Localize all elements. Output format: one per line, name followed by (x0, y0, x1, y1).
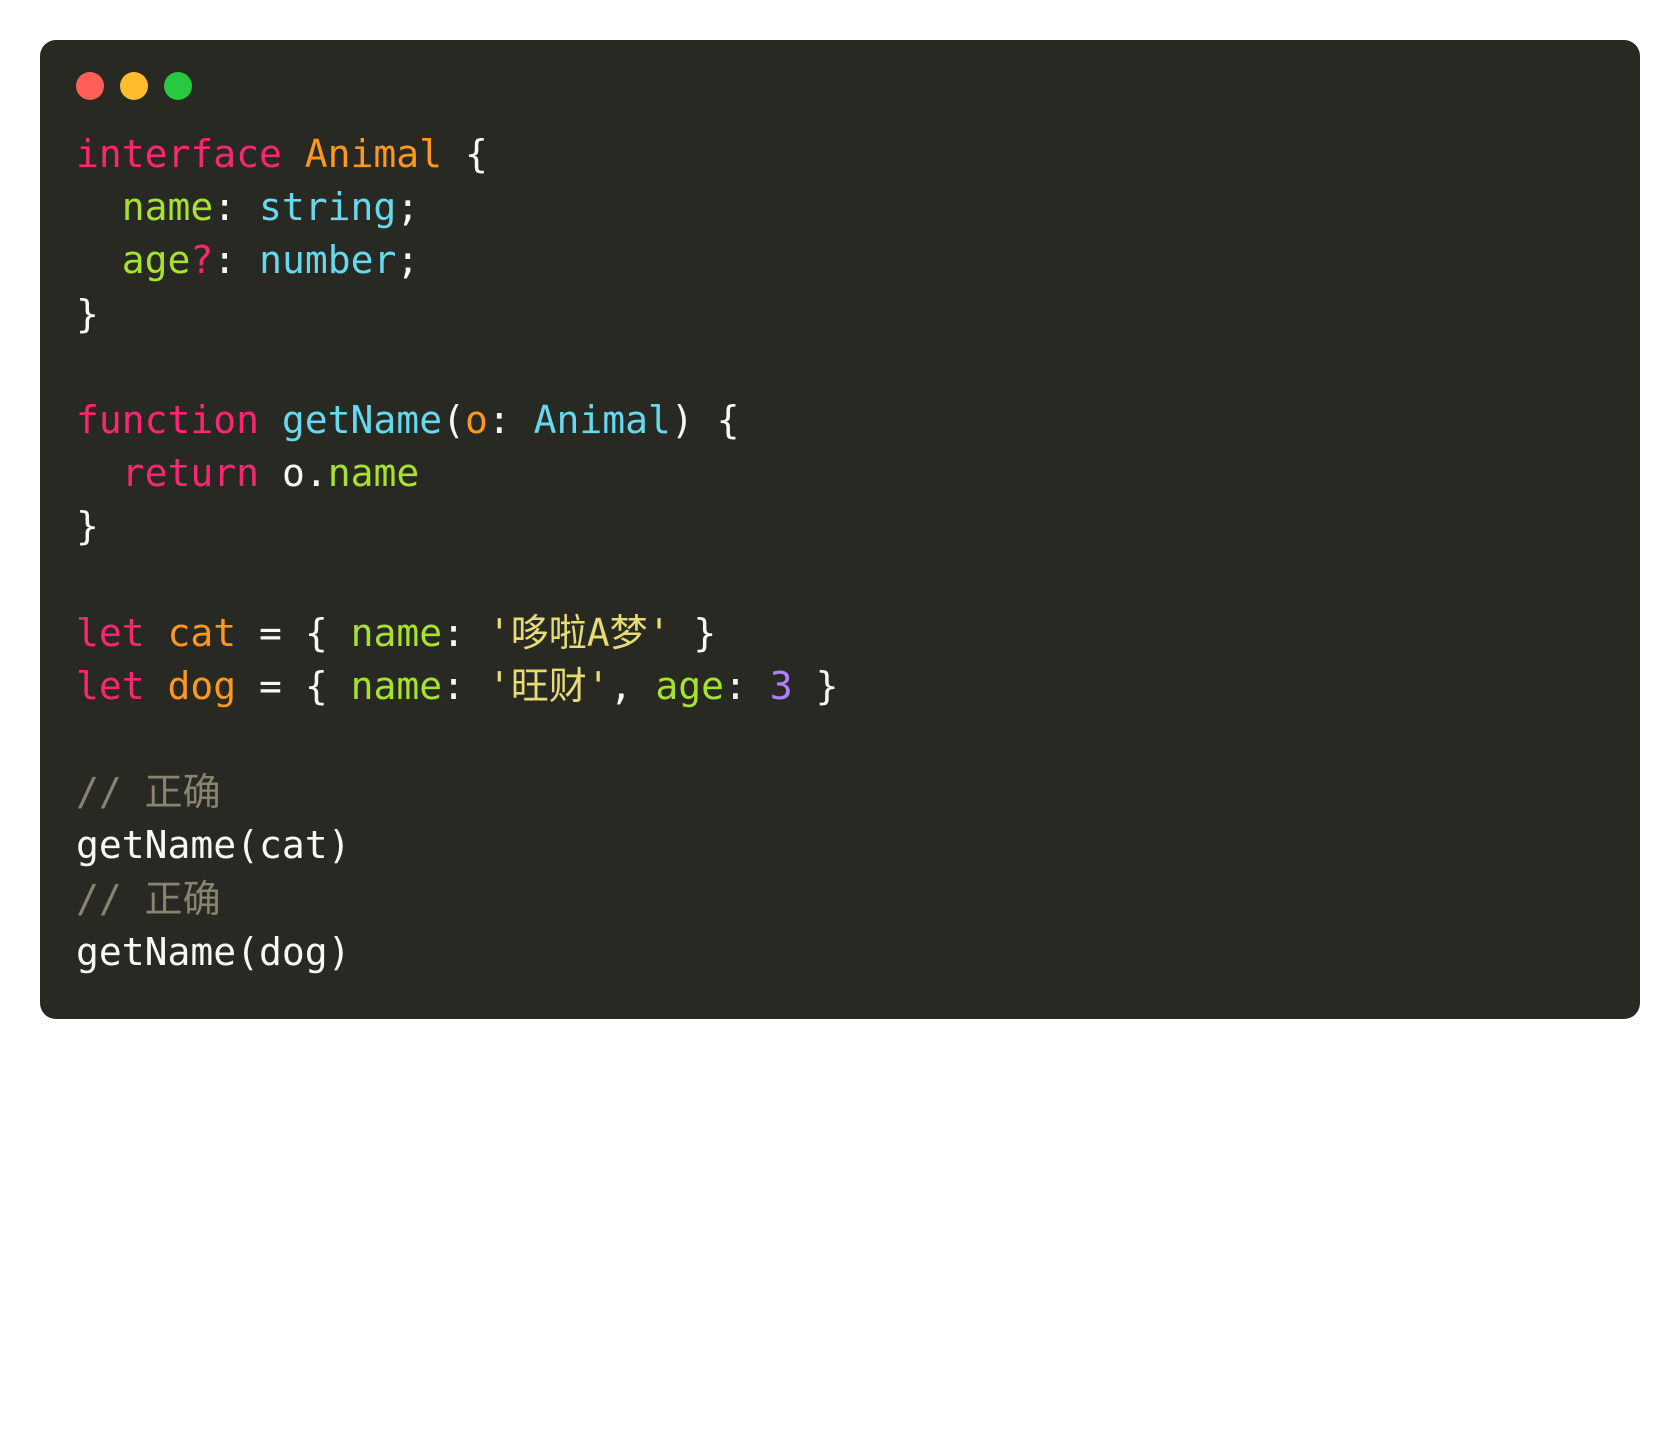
indent (76, 185, 122, 229)
code-content: interface Animal { name: string; age?: n… (76, 128, 1604, 979)
keyword-return: return (122, 451, 259, 495)
function-name: getName (282, 398, 442, 442)
brace: { (305, 664, 351, 708)
paren: ( (236, 823, 259, 867)
property-age: age (122, 238, 191, 282)
colon: : (442, 611, 488, 655)
paren: ( (236, 930, 259, 974)
paren: ) (328, 930, 351, 974)
indent (76, 451, 122, 495)
code-editor-window: interface Animal { name: string; age?: n… (40, 40, 1640, 1019)
semicolon: ; (396, 185, 419, 229)
property-key-age: age (655, 664, 724, 708)
argument-dog: dog (259, 930, 328, 974)
brace: { (442, 132, 488, 176)
keyword-let: let (76, 664, 145, 708)
variable-o: o (282, 451, 305, 495)
variable-cat: cat (168, 611, 237, 655)
type-string: string (259, 185, 396, 229)
property-key-name: name (351, 611, 443, 655)
comment-correct-1: // 正确 (76, 770, 221, 814)
brace: } (793, 664, 839, 708)
paren: ) (328, 823, 351, 867)
brace: } (671, 611, 717, 655)
number-literal: 3 (770, 664, 793, 708)
keyword-let: let (76, 611, 145, 655)
variable-dog: dog (168, 664, 237, 708)
paren: ) (671, 398, 694, 442)
comment-correct-2: // 正确 (76, 877, 221, 921)
type-name-animal: Animal (305, 132, 442, 176)
brace: } (76, 292, 99, 336)
keyword-function: function (76, 398, 259, 442)
colon: : (213, 185, 259, 229)
brace: { (305, 611, 351, 655)
type-animal-ref: Animal (534, 398, 671, 442)
property-access-name: name (328, 451, 420, 495)
minimize-button[interactable] (120, 72, 148, 100)
brace: { (694, 398, 740, 442)
indent (76, 238, 122, 282)
window-controls (76, 72, 1604, 100)
optional-marker: ? (190, 238, 213, 282)
colon: : (724, 664, 770, 708)
semicolon: ; (396, 238, 419, 282)
colon: : (442, 664, 488, 708)
comma: , (610, 664, 656, 708)
string-value-cat: '哆啦A梦' (488, 611, 671, 655)
parameter-o: o (465, 398, 488, 442)
close-button[interactable] (76, 72, 104, 100)
property-name: name (122, 185, 214, 229)
maximize-button[interactable] (164, 72, 192, 100)
function-call-getname: getName (76, 823, 236, 867)
dot: . (305, 451, 328, 495)
colon: : (213, 238, 259, 282)
equals: = (236, 664, 305, 708)
type-number: number (259, 238, 396, 282)
function-call-getname: getName (76, 930, 236, 974)
colon: : (488, 398, 534, 442)
string-value-dog: '旺财' (488, 664, 610, 708)
equals: = (236, 611, 305, 655)
argument-cat: cat (259, 823, 328, 867)
space (259, 451, 282, 495)
keyword-interface: interface (76, 132, 282, 176)
property-key-name: name (351, 664, 443, 708)
paren: ( (442, 398, 465, 442)
brace: } (76, 504, 99, 548)
